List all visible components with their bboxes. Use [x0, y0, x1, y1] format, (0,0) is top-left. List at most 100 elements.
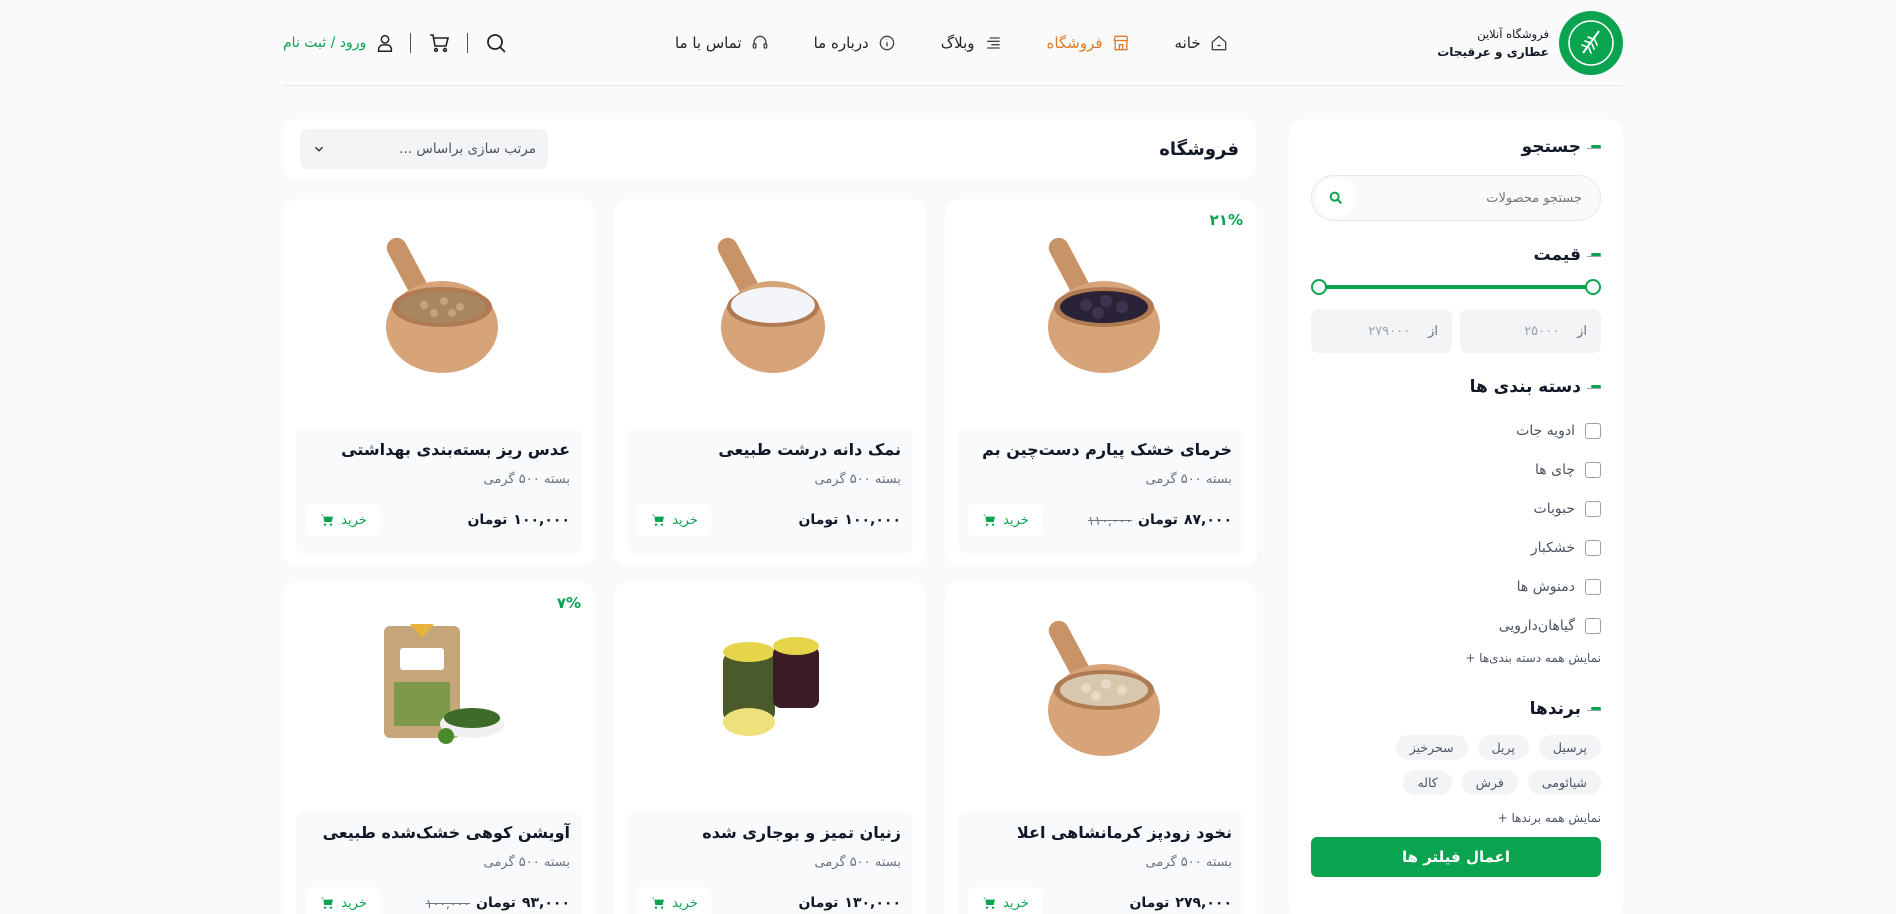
cart-icon [321, 514, 334, 526]
buy-button[interactable]: خرید [306, 887, 380, 914]
product-search-input[interactable] [1362, 190, 1582, 206]
category-checkbox[interactable] [1585, 500, 1601, 517]
brand-chip[interactable]: فرش [1461, 770, 1518, 795]
divider [467, 32, 469, 53]
category-checkbox[interactable] [1585, 578, 1601, 595]
category-item[interactable]: حبوبات [1311, 489, 1601, 528]
discount-badge: ۲۱% [1209, 211, 1243, 229]
category-item[interactable]: گیاهان‌دارویی [1311, 606, 1601, 645]
category-item[interactable]: دمنوش ها [1311, 567, 1601, 606]
buy-button[interactable]: خرید [637, 504, 711, 536]
list-icon [986, 36, 1000, 49]
discount-badge: ۷% [556, 594, 581, 612]
brand-line2: عطاری و عرقیجات [1437, 44, 1549, 59]
price-inputs: از ۲۵۰۰۰ از ۲۷۹۰۰۰ [1311, 309, 1601, 353]
cart-button[interactable] [425, 29, 453, 57]
price-max-handle[interactable] [1311, 279, 1327, 295]
apply-filters-button[interactable]: اعمال فیلتر ها [1311, 837, 1601, 877]
brand-chip[interactable]: سحرخیز [1395, 735, 1468, 760]
product-price: ۲۷۹,۰۰۰ تومان [1129, 895, 1232, 911]
show-all-brands-link[interactable]: نمایش همه برندها + [1311, 811, 1601, 825]
main-nav: خانه فروشگاه وبلاگ درباره ما تماس با ما [675, 33, 1229, 53]
product-name[interactable]: نمک دانه درشت طبیعی [718, 440, 901, 459]
nav-about[interactable]: درباره ما [814, 33, 897, 53]
category-checkbox[interactable] [1585, 539, 1601, 556]
nav-store[interactable]: فروشگاه [1047, 33, 1131, 53]
product-pack: بسته ۵۰۰ گرمی [814, 472, 902, 487]
buy-button[interactable]: خرید [968, 887, 1042, 914]
product-name[interactable]: آویشن کوهی خشک‌شده طبیعی [323, 823, 570, 842]
product-price: ۱۰۰,۰۰۰ تومان [798, 512, 901, 528]
search-button[interactable] [482, 29, 510, 57]
store-icon [1113, 35, 1129, 50]
cart-icon [983, 897, 996, 909]
category-checkbox[interactable] [1585, 461, 1601, 478]
product-pack: بسته ۵۰۰ گرمی [483, 472, 571, 487]
show-all-categories-link[interactable]: نمایش همه دسته بندی‌ها + [1311, 651, 1601, 665]
brand-chip[interactable]: کاله [1403, 770, 1452, 795]
product-image [1048, 237, 1160, 373]
old-price: ۱۰۰,۰۰۰ [425, 895, 471, 911]
product-price: ۹۳,۰۰۰ تومان ۱۰۰,۰۰۰ [422, 895, 570, 911]
price-range-slider[interactable] [1311, 279, 1601, 295]
buy-button[interactable]: خرید [968, 504, 1042, 536]
product-price: ۱۳۰,۰۰۰ تومان [798, 895, 901, 911]
buy-button[interactable]: خرید [637, 887, 711, 914]
product-name[interactable]: نخود زودپز کرمانشاهی اعلا [1017, 823, 1232, 842]
category-checkbox[interactable] [1585, 422, 1601, 439]
product-card[interactable]: زنیان تمیز و بوجاری شده بسته ۵۰۰ گرمی ۱۳… [614, 582, 926, 914]
product-price: ۱۰۰,۰۰۰ تومان [467, 512, 570, 528]
login-link[interactable]: ورود / ثبت نام [283, 32, 396, 54]
product-name[interactable]: خرمای خشک پیارم دست‌چین بم [982, 440, 1232, 459]
sort-select-label: مرتب سازی براساس ... [399, 141, 536, 157]
product-card[interactable]: نمک دانه درشت طبیعی بسته ۵۰۰ گرمی ۱۰۰,۰۰… [614, 199, 926, 566]
category-item[interactable]: چای ها [1311, 450, 1601, 489]
price-max-value: ۲۷۹۰۰۰ [1368, 323, 1411, 339]
price-value: ۸۷,۰۰۰ [1183, 512, 1232, 528]
product-name[interactable]: زنیان تمیز و بوجاری شده [702, 823, 901, 842]
price-min-value: ۲۵۰۰۰ [1524, 323, 1560, 339]
nav-contact[interactable]: تماس با ما [675, 33, 770, 53]
category-label: چای ها [1535, 461, 1575, 478]
category-checkbox[interactable] [1585, 617, 1601, 634]
price-title-text: قیمت [1533, 245, 1581, 265]
cart-icon [430, 33, 450, 52]
product-card[interactable]: عدس ریز بسته‌بندی بهداشتی بسته ۵۰۰ گرمی … [283, 199, 595, 566]
title-dash [1587, 385, 1601, 389]
price-value: ۹۳,۰۰۰ [521, 895, 570, 911]
price-value: ۲۷۹,۰۰۰ [1175, 895, 1232, 911]
product-price: ۸۷,۰۰۰ تومان ۱۱۰,۰۰۰ [1084, 512, 1232, 528]
buy-button[interactable]: خرید [306, 504, 380, 536]
category-item[interactable]: ادویه جات [1311, 411, 1601, 450]
search-icon [487, 33, 506, 53]
price-min-field[interactable]: از ۲۵۰۰۰ [1460, 309, 1601, 353]
price-range-track [1317, 285, 1595, 289]
product-search-button[interactable] [1316, 178, 1356, 218]
product-card[interactable]: نخود زودپز کرمانشاهی اعلا بسته ۵۰۰ گرمی … [945, 582, 1257, 914]
price-currency: تومان [476, 895, 516, 911]
category-item[interactable]: خشکبار [1311, 528, 1601, 567]
brand-chip[interactable]: پریل [1477, 735, 1529, 760]
category-label: حبوبات [1533, 500, 1575, 517]
product-info: نخود زودپز کرمانشاهی اعلا بسته ۵۰۰ گرمی … [958, 811, 1244, 914]
price-min-handle[interactable] [1585, 279, 1601, 295]
nav-home[interactable]: خانه [1175, 33, 1229, 53]
brand[interactable]: فروشگاه آنلاین عطاری و عرقیجات [1437, 10, 1623, 75]
buy-label: خرید [672, 512, 698, 528]
buy-label: خرید [672, 895, 698, 911]
price-section-title: قیمت [1311, 245, 1601, 265]
nav-store-label: فروشگاه [1046, 33, 1103, 52]
old-price: ۱۱۰,۰۰۰ [1087, 512, 1133, 528]
buy-label: خرید [341, 512, 367, 528]
product-card[interactable]: ۷% آویشن کوهی خشک‌شده طبیعی بسته ۵۰۰ گرم… [283, 582, 595, 914]
price-value: ۱۰۰,۰۰۰ [513, 512, 570, 528]
product-name[interactable]: عدس ریز بسته‌بندی بهداشتی [341, 440, 570, 459]
sort-select[interactable]: مرتب سازی براساس ... [300, 129, 548, 169]
brand-chip[interactable]: شیائومی [1527, 770, 1601, 795]
login-label: ورود / ثبت نام [283, 34, 367, 51]
nav-blog[interactable]: وبلاگ [941, 33, 1003, 53]
brand-chip[interactable]: پرسیل [1538, 735, 1601, 760]
price-max-field[interactable]: از ۲۷۹۰۰۰ [1311, 309, 1452, 353]
category-label: خشکبار [1530, 539, 1575, 556]
product-card[interactable]: ۲۱% خرمای خشک پیارم دست‌چین بم بسته ۵۰۰ … [945, 199, 1257, 566]
